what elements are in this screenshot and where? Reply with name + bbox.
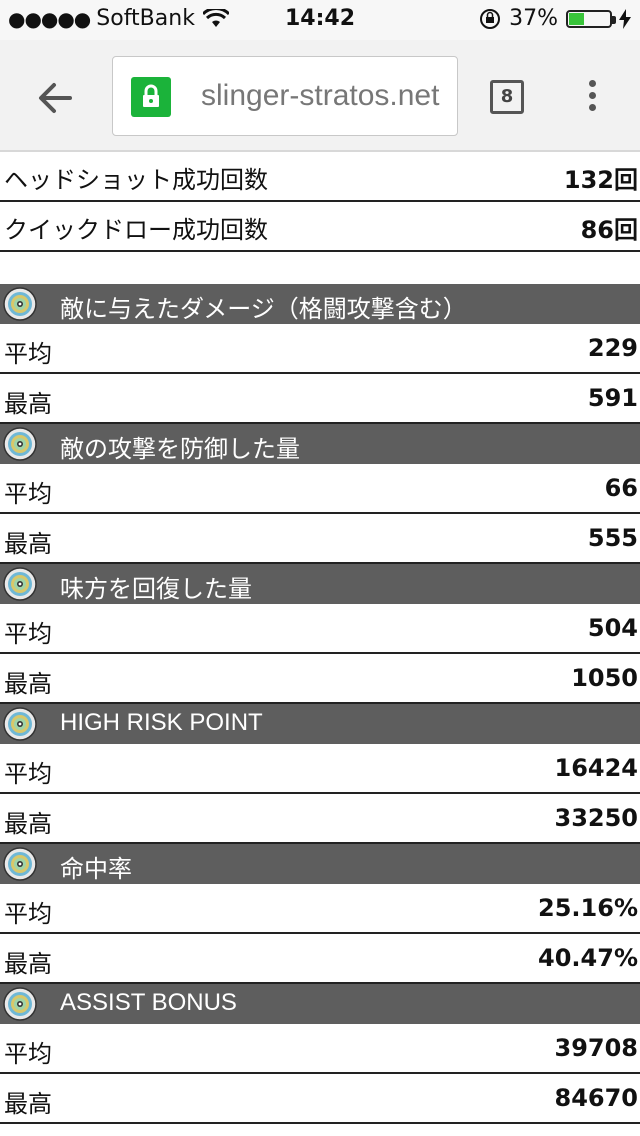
url-text: slinger-stratos.net	[201, 79, 440, 112]
rotation-lock-icon	[480, 8, 501, 29]
section-title: 命中率	[60, 856, 132, 883]
section-header: HIGH RISK POINT	[0, 704, 640, 744]
average-label: 平均	[4, 1040, 52, 1068]
section-title: 敵に与えたダメージ（格闘攻撃含む）	[60, 296, 467, 323]
max-label: 最高	[4, 810, 52, 838]
average-row: 平均 66	[0, 464, 640, 514]
average-value: 39708	[554, 1034, 639, 1062]
max-value: 33250	[554, 804, 639, 832]
average-label: 平均	[4, 900, 52, 928]
average-row: 平均 39708	[0, 1024, 640, 1074]
more-vert-icon[interactable]	[582, 76, 602, 120]
average-row: 平均 25.16%	[0, 884, 640, 934]
section-header: 命中率	[0, 844, 640, 884]
battery-nub	[612, 15, 616, 24]
stat-value: 86回	[580, 216, 638, 244]
section-header: 味方を回復した量	[0, 564, 640, 604]
average-value: 66	[604, 474, 638, 502]
disc-icon	[3, 707, 37, 741]
max-value: 84670	[554, 1084, 639, 1112]
max-row: 最高 40.47%	[0, 934, 640, 984]
section-title: HIGH RISK POINT	[60, 709, 263, 736]
average-value: 504	[587, 614, 638, 642]
tab-switcher-button[interactable]: 8	[490, 80, 524, 114]
status-bar: ●●●●● SoftBank 14:42 37%	[0, 0, 640, 40]
stat-label: クイックドロー成功回数	[4, 216, 268, 244]
stats-content: ヘッドショット成功回数 132回 クイックドロー成功回数 86回 敵に与えたダメ…	[0, 152, 640, 1124]
max-value: 1050	[571, 664, 638, 692]
section-title: 味方を回復した量	[60, 576, 252, 603]
disc-icon	[3, 987, 37, 1021]
top-stat-row: クイックドロー成功回数 86回	[0, 202, 640, 252]
max-label: 最高	[4, 670, 52, 698]
section-title: ASSIST BONUS	[60, 989, 237, 1016]
max-label: 最高	[4, 950, 52, 978]
average-label: 平均	[4, 620, 52, 648]
average-label: 平均	[4, 340, 52, 368]
stat-sections: 敵に与えたダメージ（格闘攻撃含む） 平均 229 最高 591 敵の攻撃を防御し…	[0, 284, 640, 1124]
max-value: 555	[587, 524, 638, 552]
max-label: 最高	[4, 390, 52, 418]
average-label: 平均	[4, 760, 52, 788]
average-row: 平均 16424	[0, 744, 640, 794]
average-row: 平均 504	[0, 604, 640, 654]
charging-bolt-icon	[619, 8, 631, 29]
battery-percent: 37%	[509, 6, 558, 31]
browser-toolbar: slinger-stratos.net 8	[0, 40, 640, 152]
average-value: 229	[587, 334, 638, 362]
average-label: 平均	[4, 480, 52, 508]
section-header: 敵の攻撃を防御した量	[0, 424, 640, 464]
average-value: 16424	[554, 754, 639, 782]
battery-icon	[566, 9, 616, 28]
max-label: 最高	[4, 530, 52, 558]
average-value: 25.16%	[538, 894, 638, 922]
disc-icon	[3, 287, 37, 321]
disc-icon	[3, 427, 37, 461]
section-header: ASSIST BONUS	[0, 984, 640, 1024]
max-value: 591	[587, 384, 638, 412]
stat-label: ヘッドショット成功回数	[4, 166, 268, 194]
section-header: 敵に与えたダメージ（格闘攻撃含む）	[0, 284, 640, 324]
disc-icon	[3, 847, 37, 881]
padlock-icon	[131, 77, 171, 117]
max-row: 最高 555	[0, 514, 640, 564]
max-row: 最高 84670	[0, 1074, 640, 1124]
address-bar[interactable]: slinger-stratos.net	[112, 56, 458, 136]
back-arrow-icon[interactable]	[34, 76, 78, 120]
top-stat-row: ヘッドショット成功回数 132回	[0, 152, 640, 202]
max-value: 40.47%	[538, 944, 638, 972]
max-row: 最高 591	[0, 374, 640, 424]
status-right-group: 37%	[479, 6, 632, 31]
max-row: 最高 33250	[0, 794, 640, 844]
battery-level	[569, 12, 584, 25]
average-row: 平均 229	[0, 324, 640, 374]
stat-value: 132回	[563, 166, 638, 194]
max-row: 最高 1050	[0, 654, 640, 704]
disc-icon	[3, 567, 37, 601]
max-label: 最高	[4, 1090, 52, 1118]
section-title: 敵の攻撃を防御した量	[60, 436, 300, 463]
